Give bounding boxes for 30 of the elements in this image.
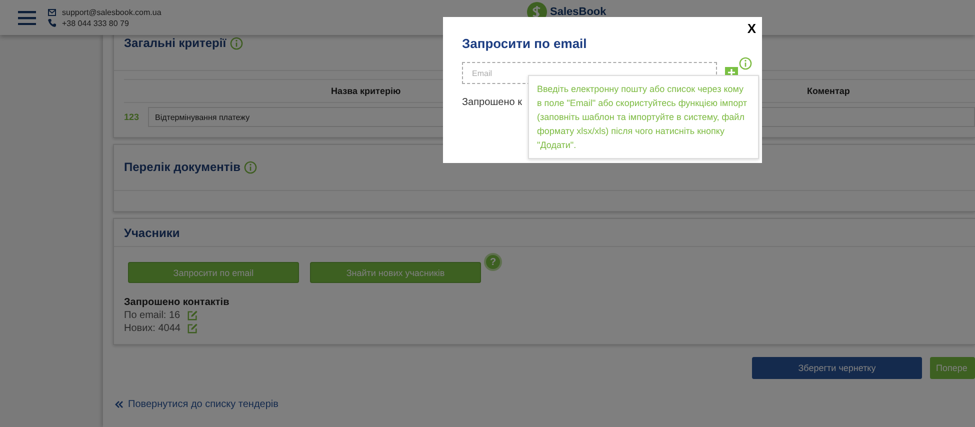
invited-count: По email: 16 bbox=[124, 310, 180, 321]
edit-icon[interactable] bbox=[187, 310, 198, 321]
column-header: Коментар bbox=[807, 86, 850, 96]
column-header: Назва критерію bbox=[331, 86, 401, 96]
support-phone[interactable]: +38 044 333 80 79 bbox=[62, 18, 129, 28]
info-icon bbox=[739, 57, 752, 70]
mail-icon bbox=[48, 8, 56, 16]
next-button[interactable]: Попере bbox=[930, 357, 975, 379]
double-chevron-icon bbox=[115, 401, 123, 408]
save-draft-button[interactable]: Зберегти чернетку bbox=[752, 357, 922, 379]
action-button[interactable]: Запросити по email bbox=[128, 262, 299, 283]
invited-label: Запрошено к bbox=[462, 97, 522, 108]
invited-title: Запрошено контактів bbox=[124, 297, 230, 308]
menu-icon[interactable] bbox=[18, 10, 36, 24]
info-icon bbox=[230, 36, 244, 50]
close-button[interactable]: X bbox=[747, 21, 756, 36]
dialog-title: Запросити по email bbox=[462, 36, 588, 51]
action-button[interactable]: Знайти нових учасників bbox=[310, 262, 481, 283]
help-icon[interactable]: ? bbox=[484, 253, 502, 271]
tooltip: Введіть електронну пошту або список через кому в поле "Email" або скористуйтесь функцією імпорт (заповніть шаблон та імпортуйте в систему, файл формату xlsx/xls) після чого натисніть кнопку "Додати". bbox=[528, 75, 759, 159]
support-email[interactable]: support@salesbook.com.ua bbox=[62, 8, 162, 16]
section-title: Загальні критерії bbox=[124, 36, 226, 50]
phone-icon bbox=[48, 19, 56, 27]
edit-icon[interactable] bbox=[187, 323, 198, 334]
info-icon bbox=[244, 160, 258, 174]
type-label: 123 bbox=[124, 112, 140, 122]
logo-text: SalesBook bbox=[550, 6, 606, 18]
section-title: Учасники bbox=[124, 226, 180, 240]
invited-count: Нових: 4044 bbox=[124, 323, 180, 334]
section-title: Перелік документів bbox=[124, 160, 240, 174]
